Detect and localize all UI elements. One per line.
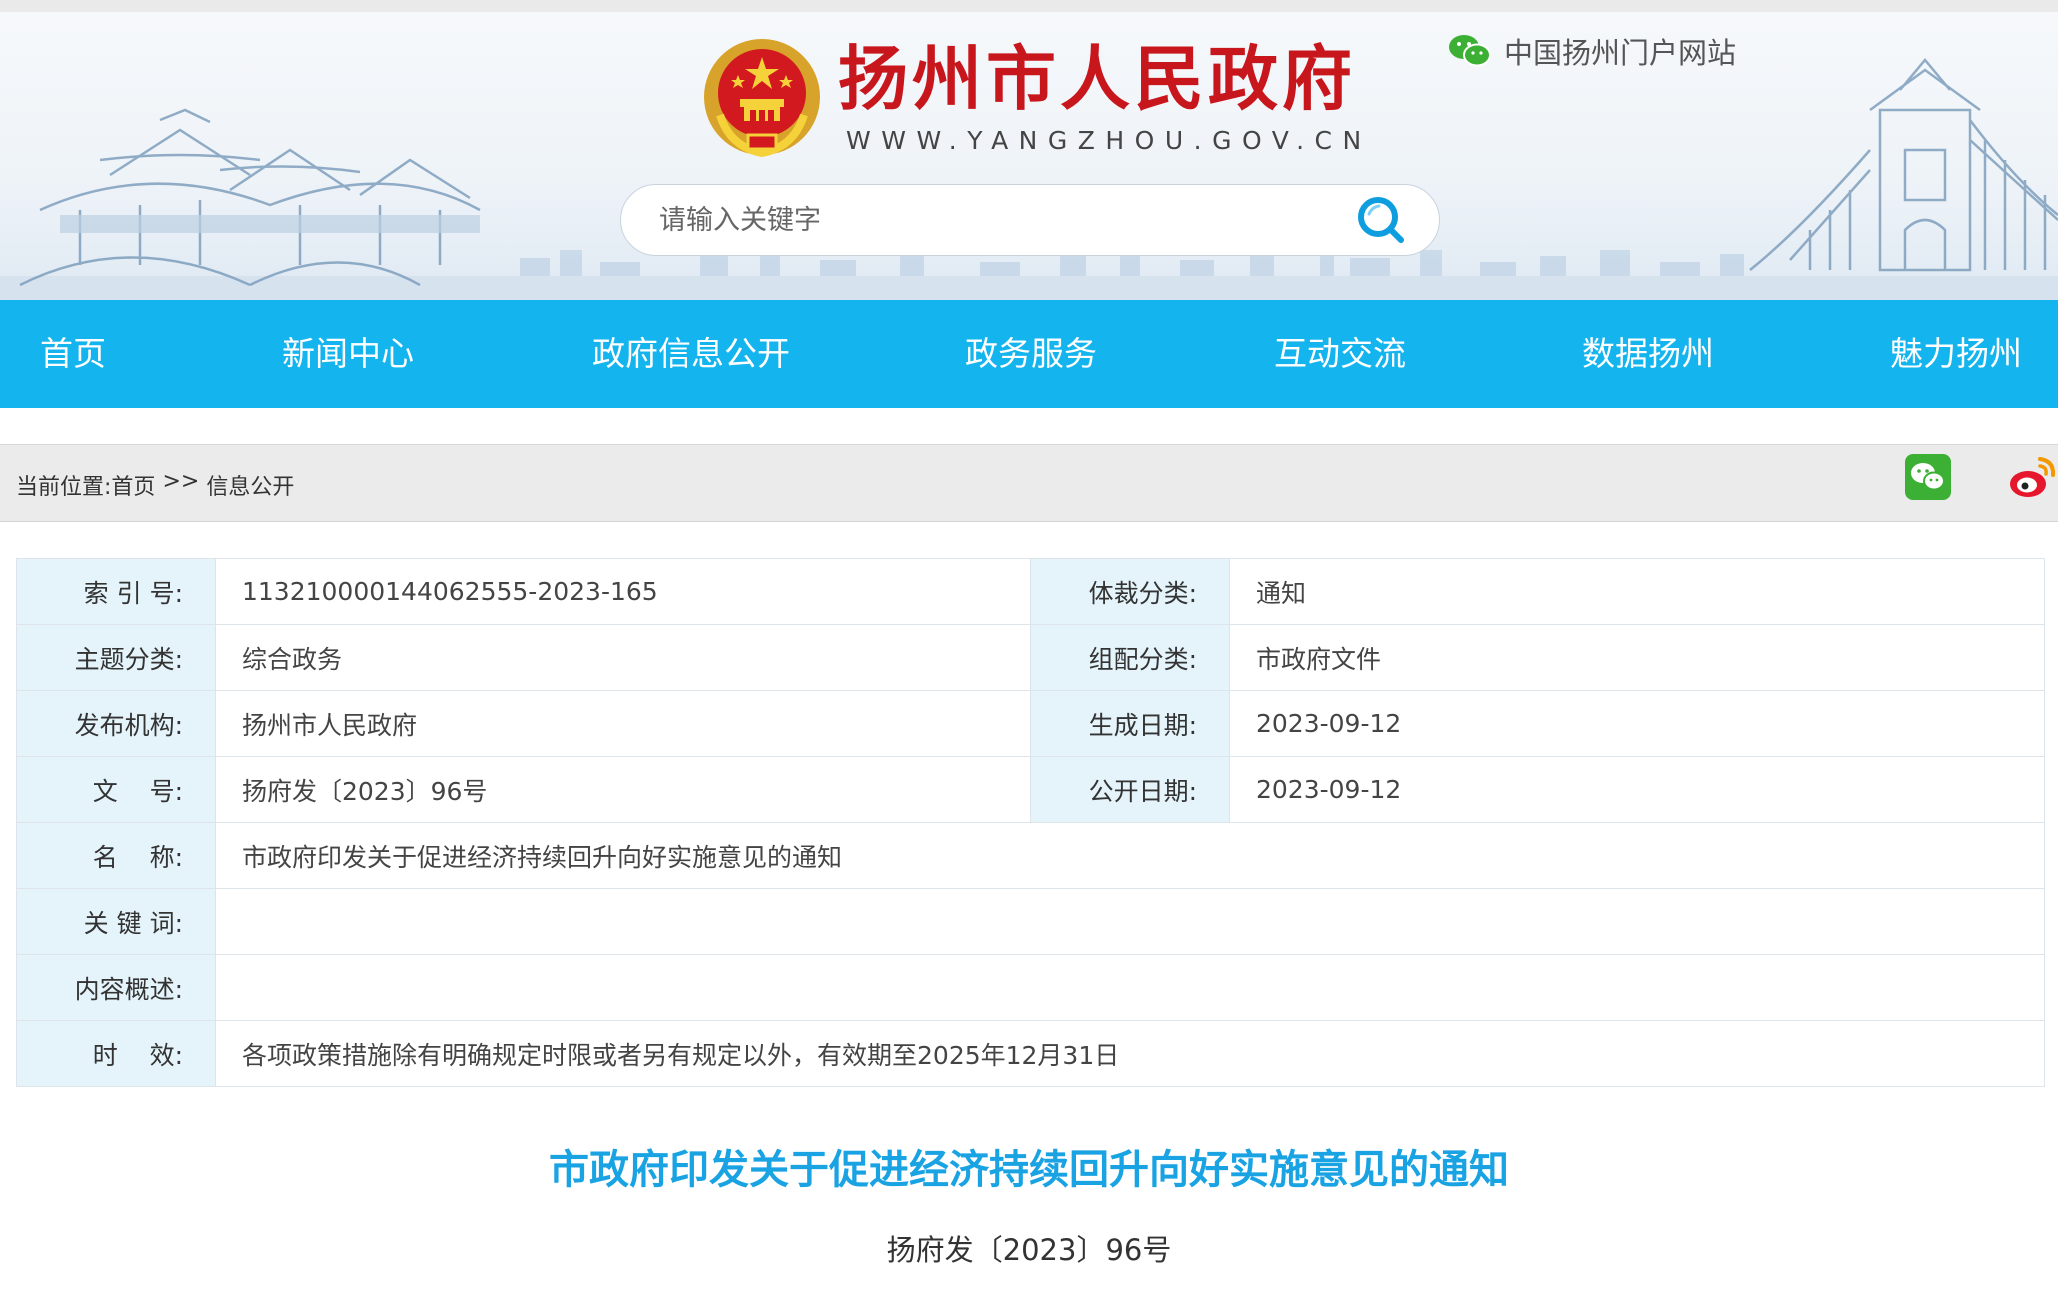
portal-link-label: 中国扬州门户网站 <box>1504 36 1737 70</box>
table-row: 时 效: 各项政策措施除有明确规定时限或者另有规定以外，有效期至2025年12月… <box>16 1020 2045 1087</box>
table-row: 文 号: 扬府发〔2023〕96号 公开日期: 2023-09-12 <box>16 756 2045 823</box>
assign-value: 市政府文件 <box>1229 624 2045 691</box>
name-value: 市政府印发关于促进经济持续回升向好实施意见的通知 <box>215 822 2045 889</box>
nav-item-gov-info[interactable]: 政府信息公开 <box>592 300 790 408</box>
genre-value: 通知 <box>1229 558 2045 625</box>
table-row: 内容概述: <box>16 954 2045 1021</box>
published-label: 公开日期: <box>1030 756 1230 823</box>
nav-item-charm[interactable]: 魅力扬州 <box>1890 300 2022 408</box>
topic-label: 主题分类: <box>16 624 216 691</box>
docno-value: 扬府发〔2023〕96号 <box>215 756 1031 823</box>
validity-label: 时 效: <box>16 1020 216 1087</box>
issuer-label: 发布机构: <box>16 690 216 757</box>
issuer-value: 扬州市人民政府 <box>215 690 1031 757</box>
breadcrumb-bar: 当前位置: 首页 >> 信息公开 <box>0 444 2058 522</box>
assign-label: 组配分类: <box>1030 624 1230 691</box>
main-nav: 首页 新闻中心 政府信息公开 政务服务 互动交流 数据扬州 魅力扬州 <box>0 300 2058 408</box>
search-icon <box>1358 197 1404 243</box>
nav-item-services[interactable]: 政务服务 <box>965 300 1097 408</box>
table-row: 索 引 号: 113210000144062555-2023-165 体裁分类:… <box>16 558 2045 625</box>
keywords-label: 关 键 词: <box>16 888 216 955</box>
nav-item-news[interactable]: 新闻中心 <box>282 300 414 408</box>
nav-item-interaction[interactable]: 互动交流 <box>1274 300 1406 408</box>
wechat-icon <box>1449 35 1491 67</box>
site-url: WWW.YANGZHOU.GOV.CN <box>846 126 1372 155</box>
index-label: 索 引 号: <box>16 558 216 625</box>
breadcrumb: 当前位置: 首页 >> 信息公开 <box>16 469 294 501</box>
nav-item-home[interactable]: 首页 <box>40 300 106 408</box>
table-row: 名 称: 市政府印发关于促进经济持续回升向好实施意见的通知 <box>16 822 2045 889</box>
breadcrumb-separator: >> <box>162 469 200 494</box>
created-label: 生成日期: <box>1030 690 1230 757</box>
doc-info-table: 索 引 号: 113210000144062555-2023-165 体裁分类:… <box>16 558 2045 1087</box>
validity-value: 各项政策措施除有明确规定时限或者另有规定以外，有效期至2025年12月31日 <box>215 1020 2045 1087</box>
table-row: 发布机构: 扬州市人民政府 生成日期: 2023-09-12 <box>16 690 2045 757</box>
name-label: 名 称: <box>16 822 216 889</box>
breadcrumb-prefix: 当前位置: <box>16 475 112 500</box>
table-row: 主题分类: 综合政务 组配分类: 市政府文件 <box>16 624 2045 691</box>
genre-label: 体裁分类: <box>1030 558 1230 625</box>
summary-label: 内容概述: <box>16 954 216 1021</box>
portal-link[interactable]: 中国扬州门户网站 <box>1448 30 1736 72</box>
article-doc-number: 扬府发〔2023〕96号 <box>886 1233 1172 1267</box>
search-box <box>620 184 1440 256</box>
weibo-share-icon[interactable] <box>2008 453 2058 501</box>
created-value: 2023-09-12 <box>1229 690 2045 757</box>
keywords-value <box>215 888 2045 955</box>
table-row: 关 键 词: <box>16 888 2045 955</box>
breadcrumb-home-link[interactable]: 首页 <box>111 469 155 501</box>
published-value: 2023-09-12 <box>1229 756 2045 823</box>
breadcrumb-current-link[interactable]: 信息公开 <box>206 469 294 501</box>
summary-value <box>215 954 2045 1021</box>
wechat-share-icon[interactable] <box>1905 454 1951 500</box>
national-emblem-icon <box>704 39 820 158</box>
nav-item-data[interactable]: 数据扬州 <box>1582 300 1714 408</box>
article-title: 市政府印发关于促进经济持续回升向好实施意见的通知 <box>549 1147 1509 1193</box>
site-header: 扬州市人民政府 WWW.YANGZHOU.GOV.CN 中国扬州门户网站 <box>0 0 2058 300</box>
docno-label: 文 号: <box>16 756 216 823</box>
site-title: 扬州市人民政府 <box>838 38 1356 120</box>
search-input[interactable] <box>657 203 1353 237</box>
search-button[interactable] <box>1353 192 1409 248</box>
topic-value: 综合政务 <box>215 624 1031 691</box>
index-value: 113210000144062555-2023-165 <box>215 558 1031 625</box>
